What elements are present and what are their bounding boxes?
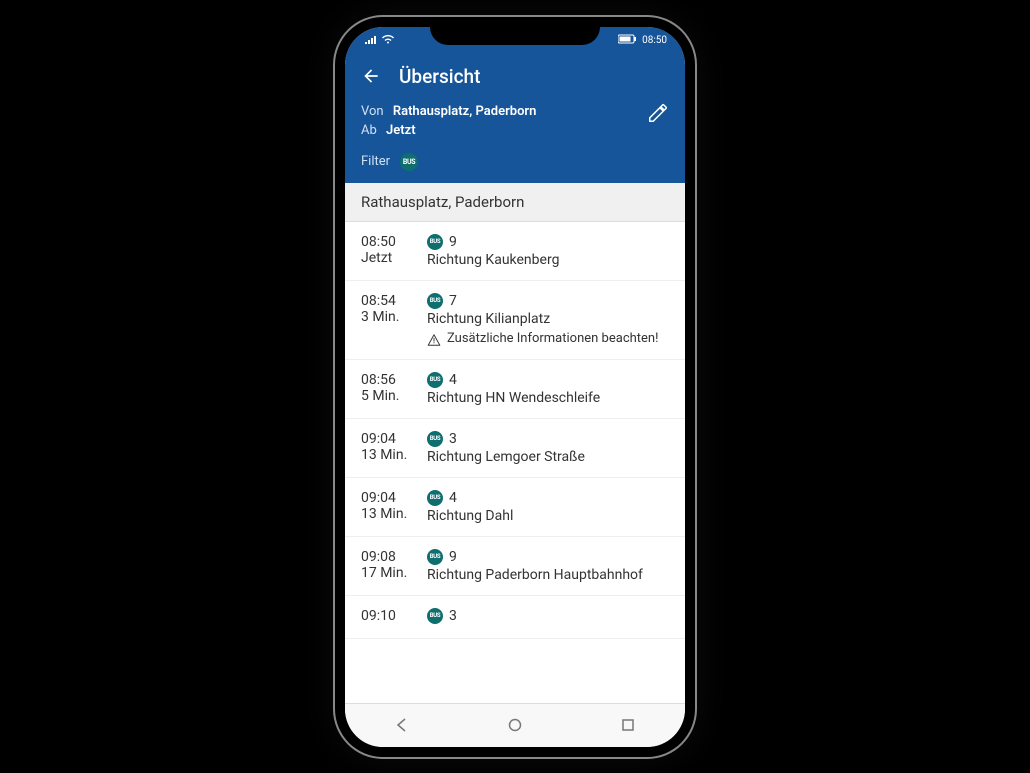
departures-list[interactable]: 08:50Jetzt BUS 9 Richtung Kaukenberg 08:543 … xyxy=(345,222,685,703)
departure-row[interactable]: 09:0413 Min. BUS 4 Richtung Dahl xyxy=(345,478,685,537)
line-number: 4 xyxy=(449,372,457,388)
line-number: 9 xyxy=(449,549,457,565)
filter-label: Filter xyxy=(361,154,390,169)
departure-relative: 13 Min. xyxy=(361,506,413,522)
line-number: 4 xyxy=(449,490,457,506)
from-value: Rathausplatz, Paderborn xyxy=(393,104,537,119)
bus-icon: BUS xyxy=(427,293,443,309)
battery-icon xyxy=(618,34,638,47)
departure-time: 08:50 xyxy=(361,234,413,250)
departure-relative: Jetzt xyxy=(361,250,413,266)
time-column: 08:565 Min. xyxy=(361,372,413,406)
destination-text: Richtung Paderborn Hauptbahnhof xyxy=(427,567,669,583)
destination-column: BUS 3 Richtung Lemgoer Straße xyxy=(427,431,669,465)
departure-relative: 17 Min. xyxy=(361,565,413,581)
time-column: 08:50Jetzt xyxy=(361,234,413,268)
wifi-icon xyxy=(381,34,395,47)
departure-row[interactable]: 09:0817 Min. BUS 9 Richtung Paderborn Haupt… xyxy=(345,537,685,596)
line-number: 3 xyxy=(449,608,457,624)
departure-time: 09:08 xyxy=(361,549,413,565)
time-column: 08:543 Min. xyxy=(361,293,413,347)
departure-time: 08:54 xyxy=(361,293,413,309)
destination-text: Richtung Lemgoer Straße xyxy=(427,449,669,465)
departure-time: 08:56 xyxy=(361,372,413,388)
phone-frame: 08:50 Übersicht Von Rathausplatz, Paderb… xyxy=(335,17,695,757)
warning-icon xyxy=(427,333,441,347)
line-number: 3 xyxy=(449,431,457,447)
destination-column: BUS 7 Richtung Kilianplatz Zusätzliche Info… xyxy=(427,293,669,347)
edit-button[interactable] xyxy=(647,102,669,124)
departure-time: 09:04 xyxy=(361,431,413,447)
from-label: Von xyxy=(361,104,384,119)
departure-row[interactable]: 08:50Jetzt BUS 9 Richtung Kaukenberg xyxy=(345,222,685,281)
nav-back-button[interactable] xyxy=(382,712,422,738)
departure-row[interactable]: 09:10 BUS 3 xyxy=(345,596,685,639)
page-title: Übersicht xyxy=(399,65,480,88)
bus-icon: BUS xyxy=(427,234,443,250)
destination-column: BUS 3 xyxy=(427,608,669,626)
line-number: 7 xyxy=(449,293,457,309)
destination-column: BUS 4 Richtung HN Wendeschleife xyxy=(427,372,669,406)
stop-name: Rathausplatz, Paderborn xyxy=(361,193,524,211)
stop-section-header: Rathausplatz, Paderborn xyxy=(345,183,685,222)
departure-row[interactable]: 08:565 Min. BUS 4 Richtung HN Wendeschleife xyxy=(345,360,685,419)
search-summary: Von Rathausplatz, Paderborn Ab Jetzt xyxy=(361,102,536,141)
time-column: 09:0817 Min. xyxy=(361,549,413,583)
alert-text: Zusätzliche Informationen beachten! xyxy=(447,331,658,346)
departure-value: Jetzt xyxy=(386,123,416,138)
phone-screen: 08:50 Übersicht Von Rathausplatz, Paderb… xyxy=(345,27,685,747)
departure-relative: 5 Min. xyxy=(361,388,413,404)
bus-icon: BUS xyxy=(427,549,443,565)
bus-icon: BUS xyxy=(427,608,443,624)
destination-column: BUS 9 Richtung Paderborn Hauptbahnhof xyxy=(427,549,669,583)
destination-text: Richtung Dahl xyxy=(427,508,669,524)
departure-row[interactable]: 08:543 Min. BUS 7 Richtung Kilianplatz Zusät… xyxy=(345,281,685,360)
destination-column: BUS 9 Richtung Kaukenberg xyxy=(427,234,669,268)
destination-text: Richtung Kilianplatz xyxy=(427,311,669,327)
filter-bus-badge[interactable]: BUS xyxy=(400,153,418,171)
time-column: 09:0413 Min. xyxy=(361,490,413,524)
notch xyxy=(430,17,600,45)
alert-row: Zusätzliche Informationen beachten! xyxy=(427,331,669,347)
destination-column: BUS 4 Richtung Dahl xyxy=(427,490,669,524)
bus-icon: BUS xyxy=(427,490,443,506)
departure-row[interactable]: 09:0413 Min. BUS 3 Richtung Lemgoer Straße xyxy=(345,419,685,478)
app-header: Übersicht Von Rathausplatz, Paderborn Ab… xyxy=(345,55,685,183)
nav-recent-button[interactable] xyxy=(608,712,648,738)
signal-icon xyxy=(365,34,377,47)
back-button[interactable] xyxy=(361,66,381,86)
status-time: 08:50 xyxy=(642,35,667,46)
destination-text: Richtung Kaukenberg xyxy=(427,252,669,268)
nav-home-button[interactable] xyxy=(495,712,535,738)
line-number: 9 xyxy=(449,234,457,250)
departure-label: Ab xyxy=(361,123,377,138)
destination-text: Richtung HN Wendeschleife xyxy=(427,390,669,406)
time-column: 09:10 xyxy=(361,608,413,626)
time-column: 09:0413 Min. xyxy=(361,431,413,465)
bus-icon: BUS xyxy=(427,372,443,388)
departure-relative: 13 Min. xyxy=(361,447,413,463)
android-nav-bar xyxy=(345,703,685,747)
departure-time: 09:10 xyxy=(361,608,413,624)
bus-icon: BUS xyxy=(427,431,443,447)
departure-time: 09:04 xyxy=(361,490,413,506)
filter-row[interactable]: Filter BUS xyxy=(361,153,669,171)
departure-relative: 3 Min. xyxy=(361,309,413,325)
